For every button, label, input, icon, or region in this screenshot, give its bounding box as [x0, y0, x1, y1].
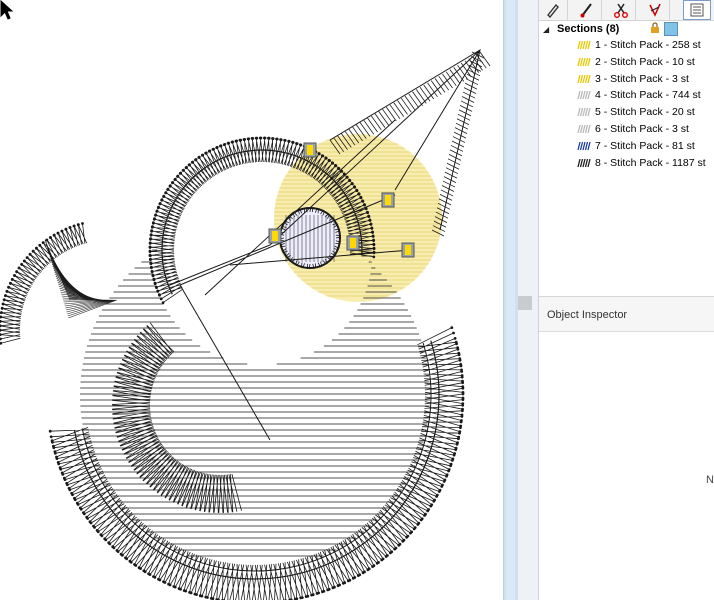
- stitch-edit-icon: [649, 3, 661, 17]
- embroidery-canvas[interactable]: [0, 0, 503, 600]
- section-item-label: 6 - Stitch Pack - 3 st: [595, 123, 689, 135]
- splitter-grip[interactable]: [518, 296, 532, 310]
- object-inspector-title: Object Inspector: [547, 309, 628, 321]
- section-item[interactable]: 4 - Stitch Pack - 744 st: [577, 87, 701, 103]
- mouse-cursor-icon: [0, 0, 14, 20]
- stitch-design[interactable]: [0, 0, 503, 600]
- sections-header[interactable]: ◢ Sections (8): [543, 22, 678, 36]
- section-item-label: 4 - Stitch Pack - 744 st: [595, 89, 701, 102]
- stitch-swatch-icon: [577, 74, 591, 83]
- stitch-swatch-icon: [577, 141, 591, 150]
- outer-satin-border: [48, 326, 465, 600]
- scissors-icon: [614, 3, 628, 18]
- scrollbar-track[interactable]: [506, 0, 515, 600]
- section-item-label: 5 - Stitch Pack - 20 st: [595, 106, 695, 119]
- stitch-swatch-icon: [577, 57, 591, 66]
- sections-panel: ◢ Sections (8) 1 - Stitch Pack - 258 st 2…: [538, 0, 714, 600]
- pencil-icon: [547, 3, 559, 18]
- section-item[interactable]: 2 - Stitch Pack - 10 st: [577, 54, 695, 70]
- sections-toolbar: [539, 0, 714, 21]
- section-item[interactable]: 3 - Stitch Pack - 3 st: [577, 71, 689, 87]
- stitch-swatch-icon: [577, 40, 591, 50]
- stitch-edit-tool-button[interactable]: [641, 0, 670, 20]
- pencil-tool-button[interactable]: [539, 0, 568, 20]
- stitch-swatch-icon: [577, 124, 591, 134]
- collapse-triangle-icon[interactable]: ◢: [543, 25, 557, 34]
- palette-icon[interactable]: [664, 22, 678, 36]
- section-item-label: 7 - Stitch Pack - 81 st: [595, 139, 695, 152]
- section-item[interactable]: 1 - Stitch Pack - 258 st: [577, 37, 701, 53]
- object-inspector-body: N: [539, 332, 714, 600]
- canvas-vertical-scrollbar[interactable]: [503, 0, 518, 600]
- brush-icon: [580, 3, 592, 18]
- object-inspector-header: Object Inspector: [539, 297, 714, 332]
- section-item[interactable]: 6 - Stitch Pack - 3 st: [577, 121, 689, 137]
- stitch-swatch-icon: [577, 91, 591, 100]
- lock-icon[interactable]: [650, 22, 660, 34]
- brush-tool-button[interactable]: [573, 0, 602, 20]
- inspector-empty-text: N: [706, 474, 714, 486]
- section-item[interactable]: 8 - Stitch Pack - 1187 st: [577, 155, 706, 171]
- section-item-label: 2 - Stitch Pack - 10 st: [595, 55, 695, 68]
- section-item-label: 1 - Stitch Pack - 258 st: [595, 39, 701, 51]
- section-item-label: 8 - Stitch Pack - 1187 st: [595, 156, 706, 169]
- stitch-swatch-icon: [577, 158, 591, 167]
- list-view-button[interactable]: [683, 0, 711, 20]
- panel-splitter[interactable]: [518, 0, 538, 600]
- sections-title: Sections (8): [557, 23, 620, 35]
- section-item[interactable]: 5 - Stitch Pack - 20 st: [577, 104, 695, 120]
- stitch-swatch-icon: [577, 108, 591, 117]
- section-item-label: 3 - Stitch Pack - 3 st: [595, 72, 689, 85]
- left-horn: [0, 222, 117, 345]
- scissors-tool-button[interactable]: [607, 0, 636, 20]
- list-view-icon: [690, 3, 704, 17]
- section-item[interactable]: 7 - Stitch Pack - 81 st: [577, 138, 695, 154]
